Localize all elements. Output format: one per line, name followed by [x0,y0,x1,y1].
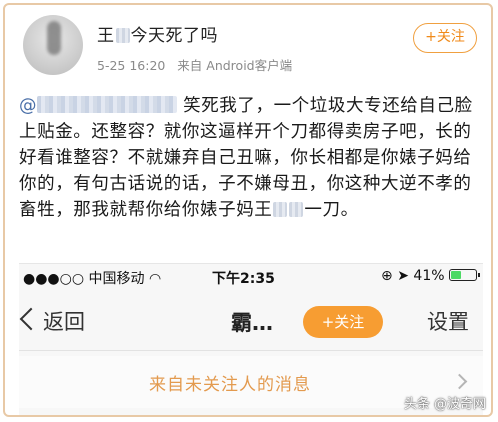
status-right: ⊕ ➤ 41% [381,268,480,284]
chat-title: 霸… [231,311,273,335]
post-source: 来自 Android客户端 [177,58,293,73]
mention-mosaic[interactable] [37,96,178,113]
username[interactable]: 王今天死了吗 [97,21,218,46]
mention-at[interactable]: @ [19,96,37,116]
signal-icon: ●●●○○ [23,271,85,287]
location-icon: ➤ [397,268,409,284]
username-prefix: 王 [97,26,115,46]
status-bar: ●●●○○ 中国移动 ◠ 下午2:35 ⊕ ➤ 41% [19,264,483,290]
battery-icon [449,269,480,281]
back-label: 返回 [43,310,85,334]
name-mosaic-2 [289,202,304,217]
stranger-message-label: 来自未关注人的消息 [149,375,311,395]
post-body: @ 笑死我了，一个垃圾大专还给自己脸上贴金。还整容？就你这逼样开个刀都得卖房子吧，… [19,93,485,223]
chevron-left-icon [19,307,43,331]
follow-button[interactable]: +关注 [413,23,477,53]
watermark: 头条 @波奇网 [403,397,486,412]
post-text-part1: 笑死我了，一个垃圾大专还给自己脸上贴金。还整容？就你这逼样开个刀都得卖房子吧，长… [19,96,473,220]
nav-follow-button[interactable]: +关注 [303,306,383,338]
post-timestamp: 5-25 16:20 [97,58,166,73]
status-left: ●●●○○ 中国移动 ◠ [23,268,161,288]
carrier-label: 中国移动 [88,271,145,287]
nav-bar: 返回 霸… +关注 设置 [19,296,483,351]
settings-button[interactable]: 设置 [427,306,469,336]
screenshot-frame: 王今天死了吗 5-25 16:20 来自 Android客户端 +关注 @ 笑死我… [3,3,493,417]
status-time: 下午2:35 [212,271,275,287]
rotation-lock-icon: ⊕ [381,268,393,284]
post-meta: 5-25 16:20 来自 Android客户端 [97,55,292,74]
wifi-icon: ◠ [149,271,162,287]
user-avatar[interactable] [23,15,83,75]
username-mosaic [115,28,130,43]
chevron-right-icon [451,373,468,390]
battery-percent: 41% [413,268,445,284]
post-text-part2: 一刀。 [304,200,359,220]
avatar-blur [47,21,61,55]
username-suffix: 今天死了吗 [130,26,218,46]
back-button[interactable]: 返回 [19,306,85,336]
name-mosaic [273,202,288,217]
